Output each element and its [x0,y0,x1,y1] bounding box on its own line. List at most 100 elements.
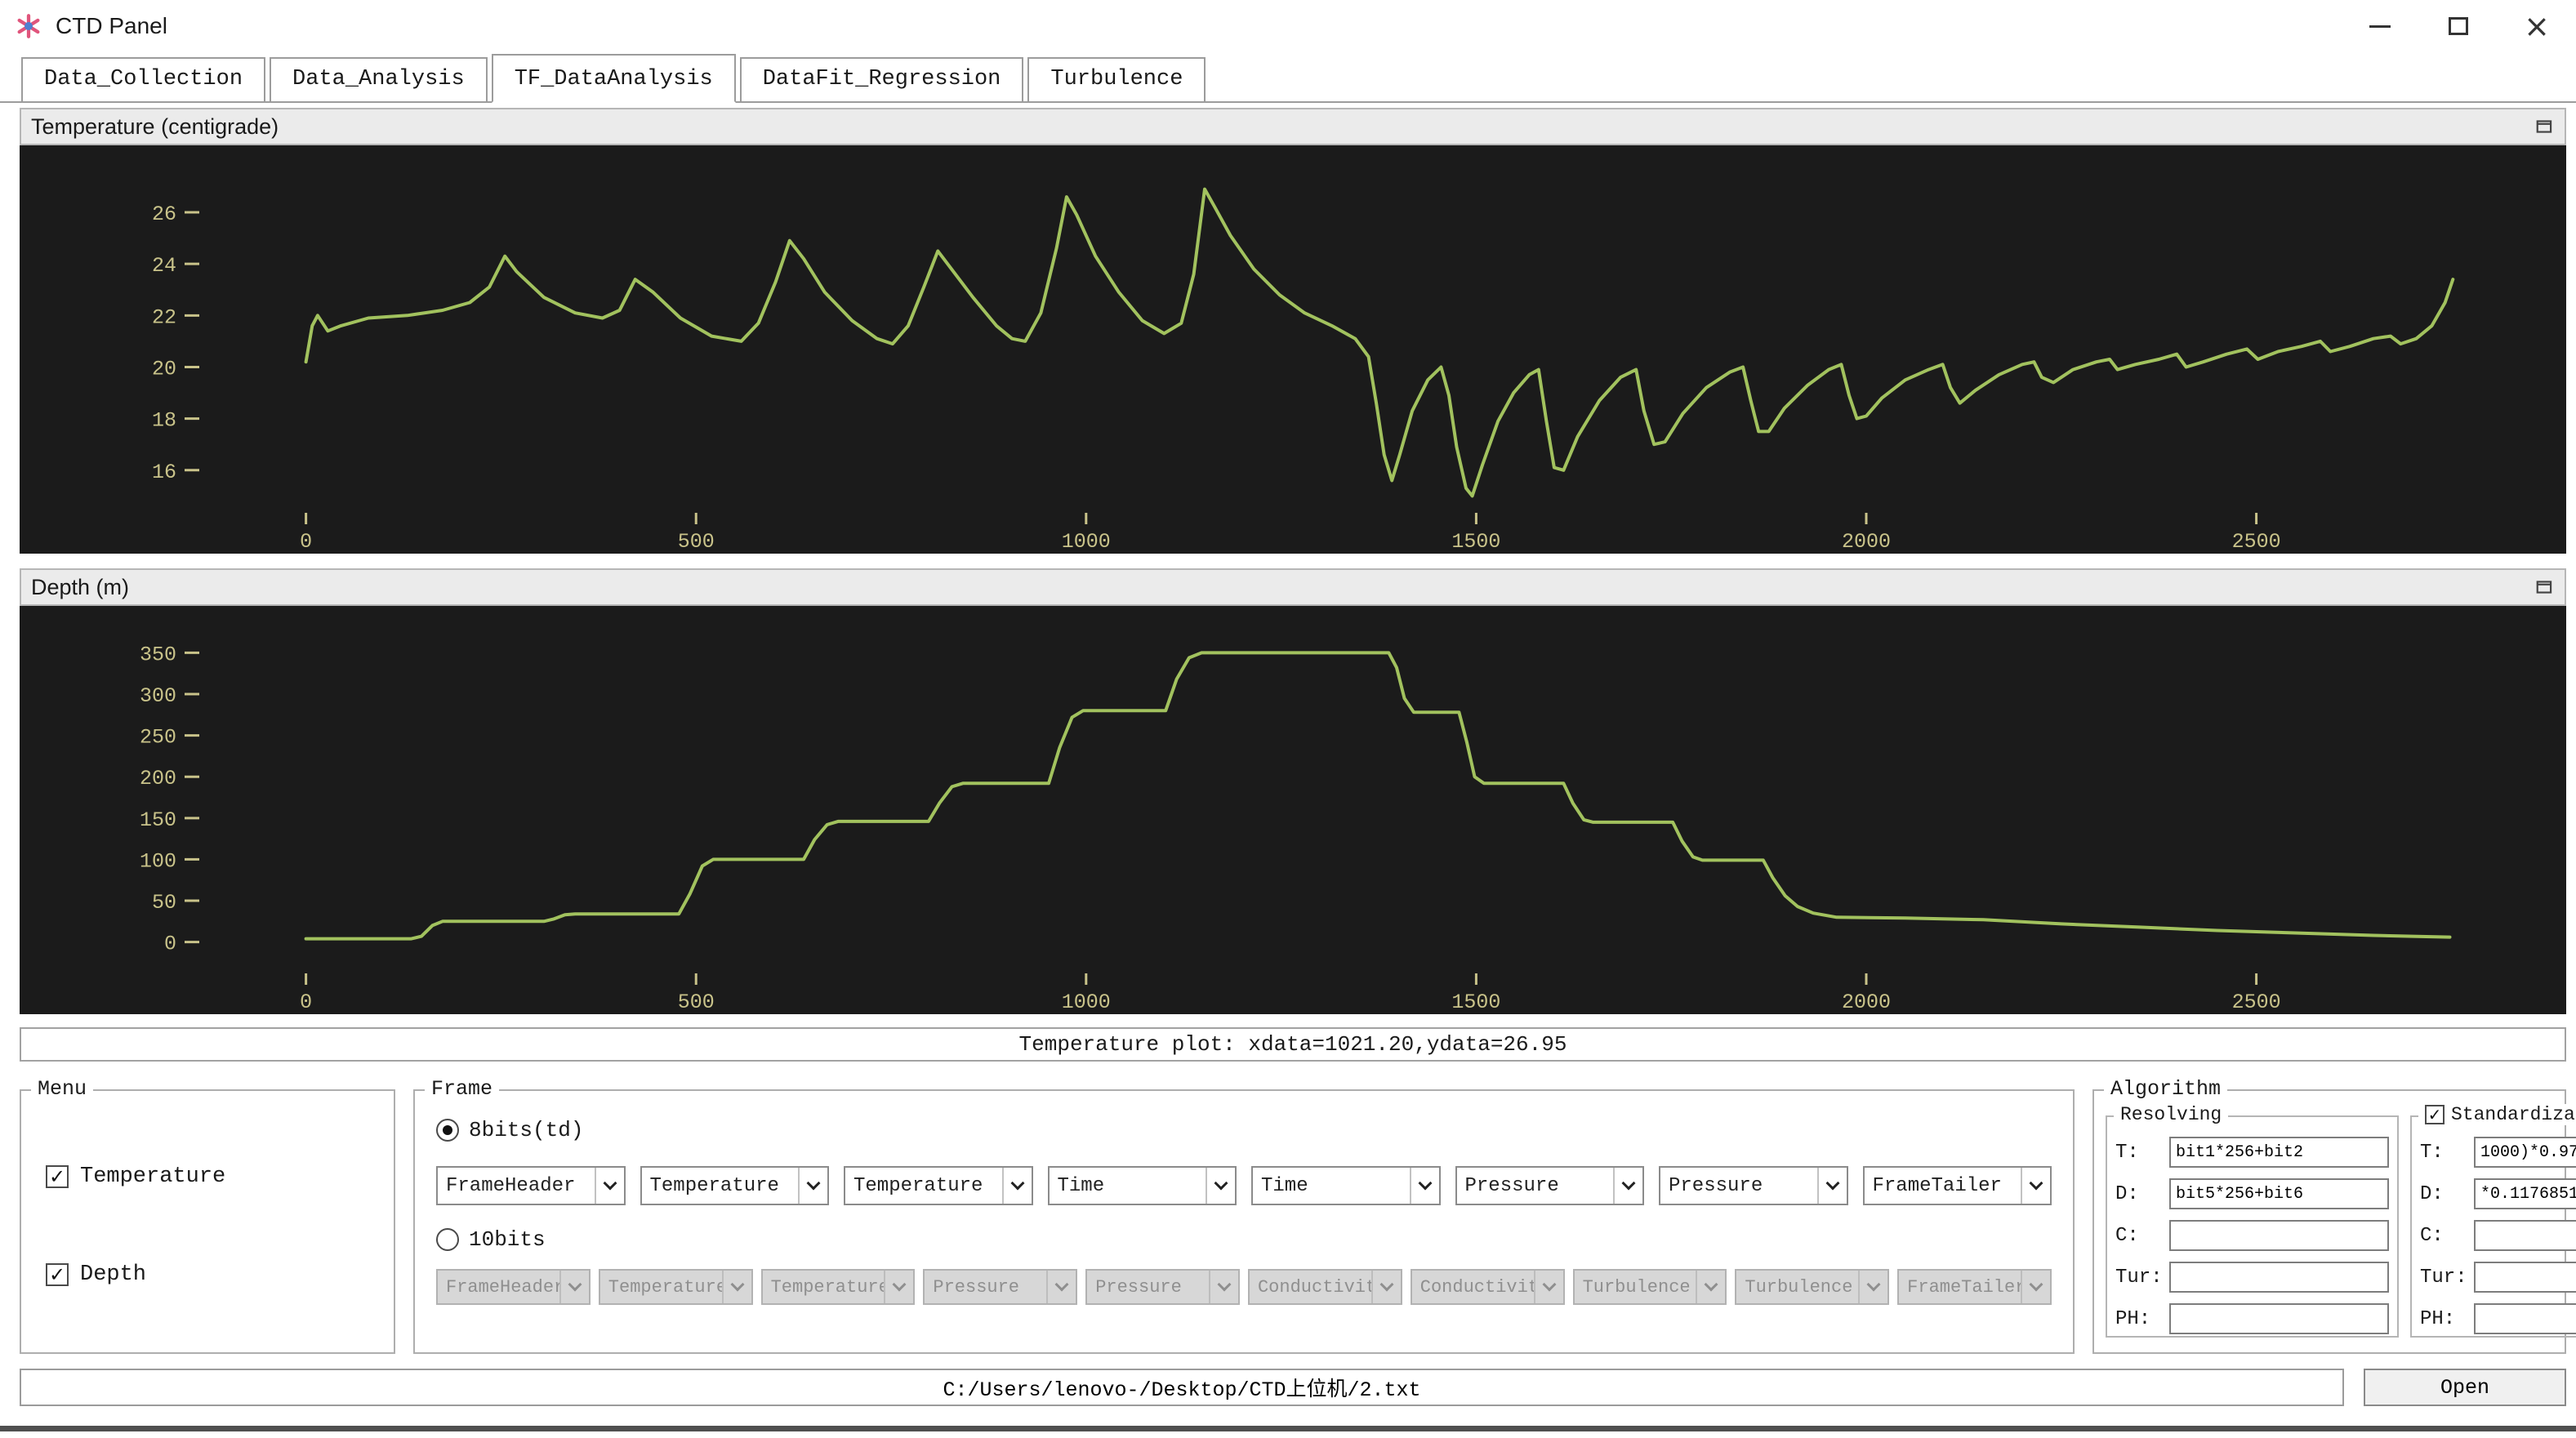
combo-8bits-3[interactable]: Time [1048,1166,1237,1205]
standardization-c-input[interactable] [2474,1220,2576,1251]
dock-depth: Depth (m) 050100150200250300350050010001… [20,568,2566,1014]
maximize-button[interactable] [2419,0,2498,52]
resolving-ph-input[interactable] [2169,1303,2389,1334]
svg-text:1500: 1500 [1451,530,1500,554]
combo-value: Pressure [1465,1175,1559,1197]
depth-checkbox[interactable] [46,1263,69,1286]
svg-text:300: 300 [140,684,176,708]
menu-groupbox: Menu Temperature Depth [20,1089,395,1354]
combo-8bits-0[interactable]: FrameHeader [436,1166,626,1205]
file-path-input[interactable] [20,1369,2344,1406]
chevron-down-icon [1410,1168,1439,1204]
combo-8bits-2[interactable]: Temperature [844,1166,1033,1205]
temperature-checkbox[interactable] [46,1165,69,1188]
chevron-down-icon [595,1168,624,1204]
radio-8bits-row: 8bits(td) [436,1115,2052,1145]
standardization-t-input[interactable] [2474,1137,2576,1168]
combo-10bits-6[interactable]: Conductivity [1411,1269,1565,1305]
standardization-group-title-row: Standardization [2418,1104,2576,1125]
close-button[interactable]: × [2498,0,2576,52]
combo-value: Time [1261,1175,1308,1197]
resolving-t-input[interactable] [2169,1137,2389,1168]
combo-10bits-9[interactable]: FrameTailer [1897,1269,2052,1305]
tab-turbulence[interactable]: Turbulence [1027,57,1206,103]
chevron-down-icon [722,1271,751,1303]
radio-10bits[interactable] [436,1228,459,1251]
chevron-down-icon [1534,1271,1563,1303]
svg-text:2000: 2000 [1842,991,1891,1014]
combo-row-10bits: FrameHeader Temperature Temperature Pres… [436,1269,2052,1305]
combo-8bits-6[interactable]: Pressure [1659,1166,1848,1205]
combo-10bits-4[interactable]: Pressure [1085,1269,1240,1305]
app-icon [15,12,42,40]
open-button[interactable]: Open [2364,1369,2566,1406]
resolving-c-label: C: [2115,1225,2163,1247]
standardization-ph-input[interactable] [2474,1303,2576,1334]
chevron-down-icon [559,1271,589,1303]
chevron-down-icon [1858,1271,1887,1303]
combo-8bits-1[interactable]: Temperature [640,1166,830,1205]
window-bottom-edge [0,1426,2576,1431]
svg-text:100: 100 [140,849,176,873]
resolving-d-label: D: [2115,1183,2163,1205]
plot-status-text: Temperature plot: xdata=1021.20,ydata=26… [1019,1032,1567,1057]
depth-chart[interactable]: 0501001502002503003500500100015002000250… [20,606,2566,1014]
temperature-chart-area: 16182022242605001000150020002500 [20,145,2566,554]
combo-8bits-7[interactable]: FrameTailer [1863,1166,2052,1205]
resolving-groupbox: Resolving T: D: C: Tur: [2106,1115,2399,1338]
resolving-c-input[interactable] [2169,1220,2389,1251]
combo-value: Temperature [608,1277,722,1298]
svg-text:500: 500 [678,991,715,1014]
standardization-checkbox[interactable] [2425,1105,2445,1124]
chevron-down-icon [1206,1168,1235,1204]
standardization-tur-input[interactable] [2474,1262,2576,1293]
combo-10bits-3[interactable]: Pressure [923,1269,1077,1305]
combo-10bits-8[interactable]: Turbulence [1735,1269,1889,1305]
combo-value: Temperature [650,1175,779,1197]
combo-10bits-7[interactable]: Turbulence [1573,1269,1727,1305]
minimize-button[interactable] [2341,0,2419,52]
resolving-tur-label: Tur: [2115,1267,2163,1289]
svg-text:16: 16 [152,461,176,484]
combo-8bits-4[interactable]: Time [1251,1166,1441,1205]
resolving-tur-row: Tur: [2115,1262,2389,1293]
standardization-groupbox: Standardization T: D: C: [2410,1115,2576,1338]
float-window-icon[interactable] [2535,579,2555,595]
tab-datafit-regression[interactable]: DataFit_Regression [740,57,1024,103]
combo-10bits-1[interactable]: Temperature [599,1269,753,1305]
svg-text:0: 0 [300,530,312,554]
tab-tf-dataanalysis[interactable]: TF_DataAnalysis [492,54,736,103]
svg-text:18: 18 [152,409,176,433]
standardization-d-input[interactable] [2474,1178,2576,1209]
depth-chart-area: 0501001502002503003500500100015002000250… [20,606,2566,1014]
svg-text:1000: 1000 [1062,991,1111,1014]
float-window-icon[interactable] [2535,118,2555,135]
resolving-tur-input[interactable] [2169,1262,2389,1293]
algorithm-group-title: Algorithm [2104,1077,2227,1101]
algorithm-groupbox: Algorithm Resolving T: D: C: [2092,1089,2566,1354]
standardization-c-row: C: [2420,1220,2576,1251]
plot-status-bar: Temperature plot: xdata=1021.20,ydata=26… [20,1027,2566,1062]
temperature-checkbox-label: Temperature [80,1164,225,1189]
svg-text:50: 50 [152,891,176,915]
svg-text:500: 500 [678,530,715,554]
temperature-chart[interactable]: 16182022242605001000150020002500 [20,145,2566,554]
radio-8bits[interactable] [436,1119,459,1142]
tabbar: Data_Collection Data_Analysis TF_DataAna… [0,52,2576,103]
resolving-d-input[interactable] [2169,1178,2389,1209]
combo-value: Turbulence [1583,1277,1691,1298]
standardization-ph-label: PH: [2420,1308,2467,1330]
combo-8bits-5[interactable]: Pressure [1455,1166,1645,1205]
depth-checkbox-row: Depth [46,1262,369,1287]
standardization-t-label: T: [2420,1142,2467,1164]
combo-10bits-2[interactable]: Temperature [761,1269,916,1305]
radio-10bits-row: 10bits [436,1225,2052,1254]
combo-10bits-5[interactable]: Conductivity [1248,1269,1402,1305]
tab-data-collection[interactable]: Data_Collection [21,57,265,103]
tab-data-analysis[interactable]: Data_Analysis [270,57,488,103]
resolving-group-title: Resolving [2114,1104,2228,1125]
combo-10bits-0[interactable]: FrameHeader [436,1269,591,1305]
window-title: CTD Panel [56,13,167,39]
svg-text:2500: 2500 [2232,991,2281,1014]
window-controls: × [2341,0,2576,52]
